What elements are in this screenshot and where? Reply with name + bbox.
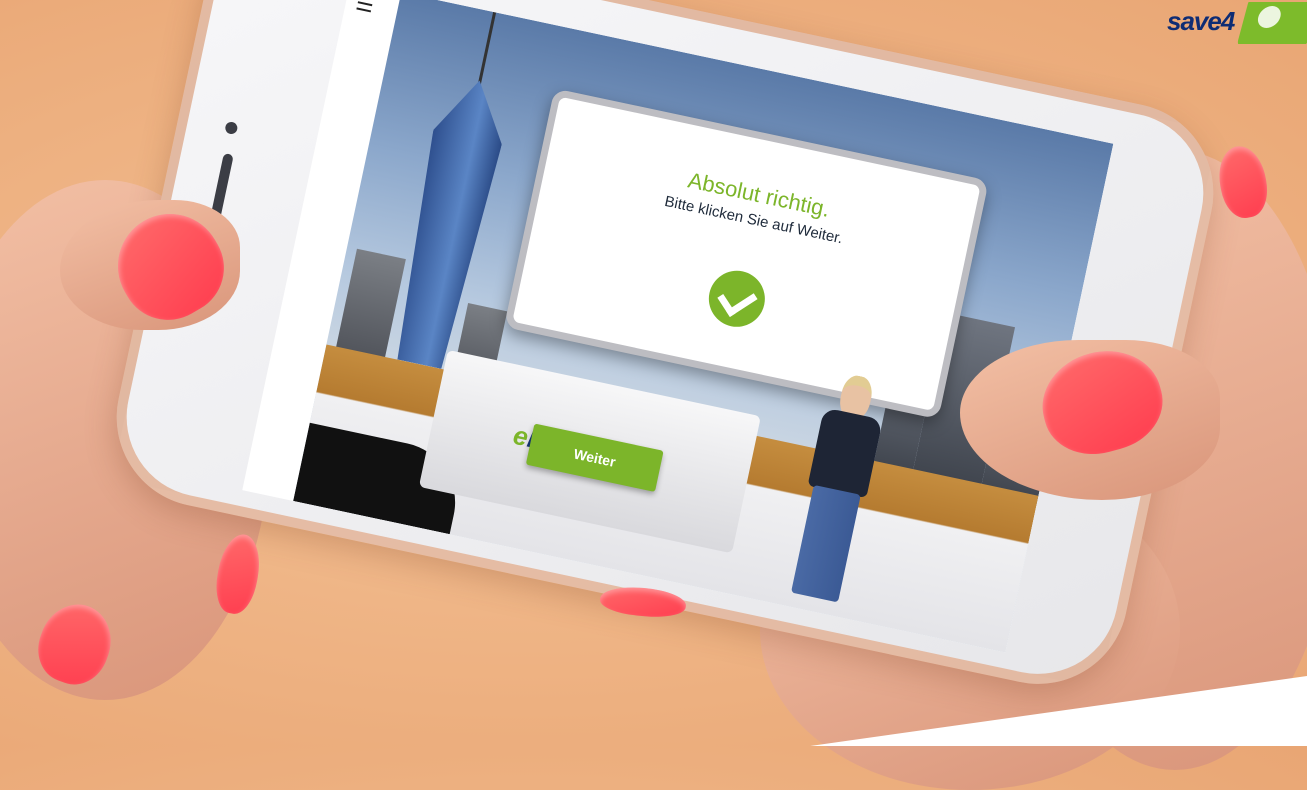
brand-logo: save4 bbox=[1157, 2, 1307, 44]
front-camera-icon bbox=[224, 120, 239, 136]
checkmark-circle-icon bbox=[703, 265, 771, 333]
avatar-jeans bbox=[790, 484, 861, 603]
elearning-scene: Absolut richtig. Bitte klicken Sie auf W… bbox=[293, 0, 1114, 653]
avatar-shirt bbox=[807, 407, 883, 499]
feedback-panel: Absolut richtig. Bitte klicken Sie auf W… bbox=[503, 88, 989, 420]
brand-logo-mark bbox=[1236, 2, 1307, 44]
tower-spire bbox=[476, 11, 497, 91]
brand-logo-text: save4 bbox=[1167, 6, 1235, 36]
phone-screen: ☰ Absolut richtig. Bitte klicken Sie auf… bbox=[242, 0, 1114, 653]
hamburger-menu-icon[interactable]: ☰ bbox=[354, 0, 376, 18]
